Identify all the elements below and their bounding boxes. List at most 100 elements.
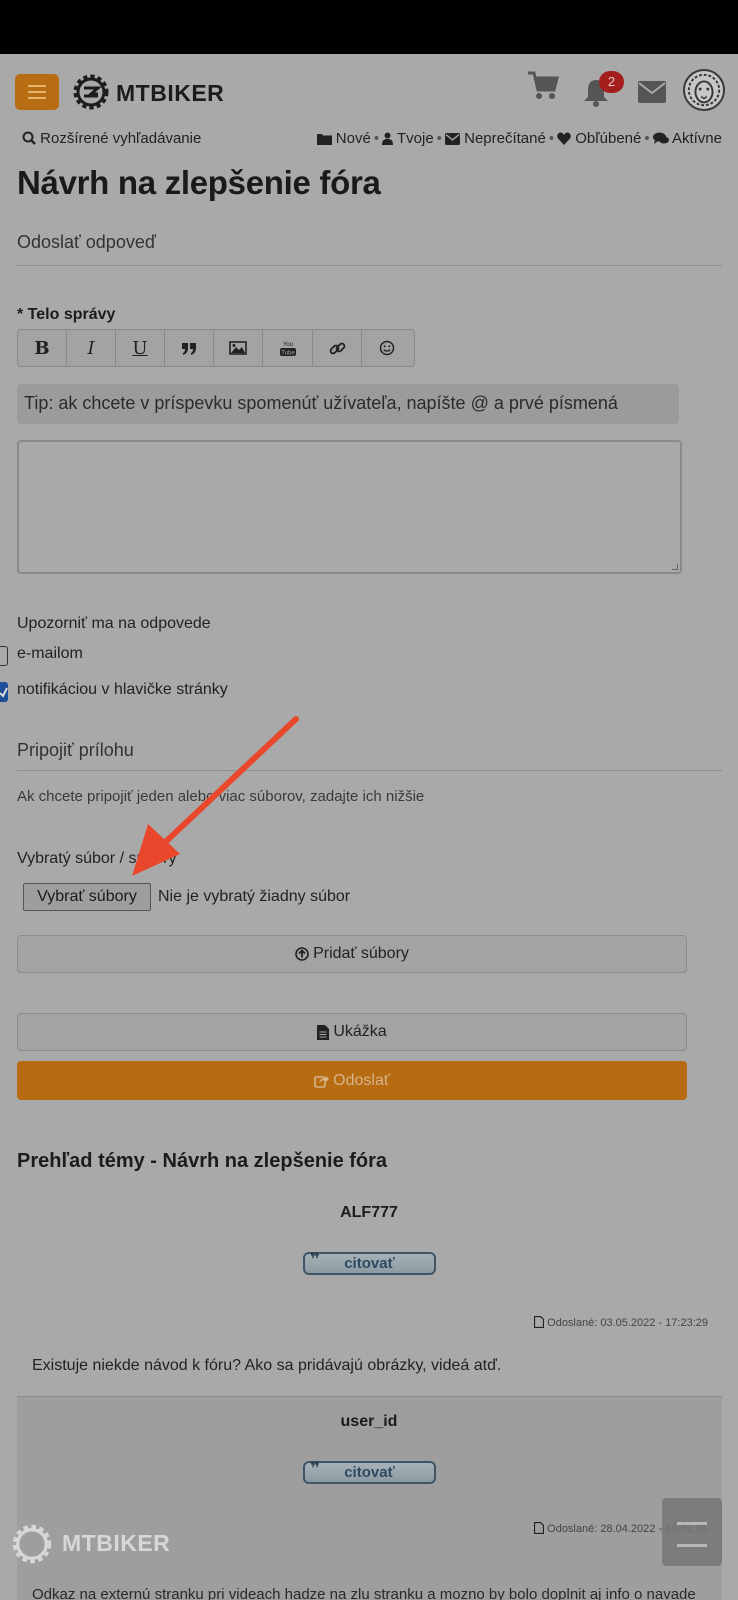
watermark-text: MTBIKER <box>62 1530 171 1556</box>
add-files-button[interactable]: Pridať súbory <box>17 935 687 973</box>
youtube-icon: You Tube <box>279 342 296 357</box>
gear-logo-icon[interactable] <box>71 72 111 112</box>
attachment-section-title: Pripojiť prílohu <box>17 740 134 760</box>
post-text: Odkaz na externú stranku pri videach had… <box>32 1586 696 1600</box>
message-textarea[interactable] <box>17 440 682 574</box>
filter-unread-label: Neprečítané <box>464 130 546 147</box>
brand-name[interactable]: MTBIKER <box>116 80 224 107</box>
svg-text:Tube: Tube <box>281 351 295 357</box>
folder-icon <box>316 134 332 145</box>
filter-active[interactable]: Aktívne <box>652 130 722 147</box>
forum-subnav: Rozšírené vyhľadávanie Nové • Tvoje • Nepr… <box>22 130 722 152</box>
quote-label: citovať <box>344 1255 395 1272</box>
status-bar <box>0 0 738 54</box>
file-icon <box>534 1316 545 1328</box>
heart-icon <box>557 132 571 145</box>
topic-overview-title: Prehľad témy - Návrh na zlepšenie fóra <box>17 1150 388 1172</box>
mail-icon[interactable] <box>637 80 667 104</box>
divider <box>17 770 722 771</box>
advanced-search-label: Rozšírené vyhľadávanie <box>40 130 202 147</box>
filter-unread[interactable]: Neprečítané <box>444 130 546 147</box>
menu-line-icon <box>677 1522 707 1525</box>
upload-circle-icon <box>295 947 309 961</box>
send-label: Odoslať <box>333 1071 390 1089</box>
hamburger-line <box>28 97 46 99</box>
quote-button[interactable] <box>165 330 214 366</box>
quote-icon <box>182 342 196 355</box>
file-label: Vybratý súbor / súbory <box>17 850 177 867</box>
quote-post-button[interactable]: ❞ citovať <box>303 1250 436 1275</box>
envelope-icon <box>444 133 460 145</box>
check-icon <box>0 687 8 698</box>
svg-text:You: You <box>282 342 292 348</box>
cart-icon[interactable] <box>526 70 560 102</box>
preview-label: Ukážka <box>333 1023 387 1040</box>
header-notify-checkbox[interactable] <box>0 682 8 702</box>
youtube-button[interactable]: You Tube <box>263 330 313 366</box>
email-notify-checkbox[interactable] <box>0 646 8 666</box>
emoji-button[interactable] <box>362 330 411 366</box>
filter-yours-label: Tvoje <box>396 130 434 147</box>
italic-button[interactable]: I <box>67 330 116 366</box>
smiley-icon <box>379 340 394 356</box>
send-button[interactable]: Odoslať <box>17 1061 687 1100</box>
floating-menu-button[interactable] <box>662 1498 722 1566</box>
separator: • <box>373 130 380 147</box>
page-title: Návrh na zlepšenie fóra <box>17 164 381 201</box>
reply-section-title: Odoslať odpoveď <box>17 232 156 252</box>
link-icon <box>329 342 345 354</box>
separator: • <box>548 130 555 147</box>
resize-handle[interactable] <box>672 564 678 570</box>
editor-toolbar: B I U You Tube <box>17 329 415 367</box>
no-file-text: Nie je vybratý žiadny súbor <box>158 888 351 905</box>
filter-yours[interactable]: Tvoje <box>382 130 434 147</box>
email-notify-label: e-mailom <box>17 645 83 662</box>
mtbiker-watermark: MTBIKER <box>10 1522 170 1566</box>
quote-label: citovať <box>344 1464 395 1481</box>
add-files-label: Pridať súbory <box>313 945 409 962</box>
post-text: Existuje niekde návod k fóru? Ako sa pri… <box>32 1357 502 1374</box>
document-icon <box>317 1024 330 1040</box>
user-icon <box>382 132 394 145</box>
header-notify-label: notifikáciou v hlavičke stránky <box>17 681 228 698</box>
separator: • <box>436 130 442 147</box>
filter-active-label: Aktívne <box>671 130 722 147</box>
filter-new-label: Nové <box>335 130 371 147</box>
notify-label: Upozorniť ma na odpovede <box>17 615 211 632</box>
image-button[interactable] <box>214 330 263 366</box>
advanced-search-link[interactable]: Rozšírené vyhľadávanie <box>22 130 201 147</box>
choose-files-button[interactable]: Vybrať súbory <box>23 883 151 911</box>
message-body-label: * Telo správy <box>17 306 116 323</box>
mention-tip: Tip: ak chcete v príspevku spomenúť užív… <box>17 384 679 424</box>
preview-button[interactable]: Ukážka <box>17 1013 687 1051</box>
filter-favorite-label: Obľúbené <box>575 130 642 147</box>
divider <box>17 265 722 266</box>
menu-button[interactable] <box>15 74 59 110</box>
quote-bubble-icon: ❞ <box>310 1459 320 1478</box>
filter-new[interactable]: Nové <box>316 130 371 147</box>
top-header: MTBIKER 2 <box>0 54 738 129</box>
hamburger-icon <box>28 85 46 87</box>
bold-button[interactable]: B <box>18 330 67 366</box>
search-icon <box>22 131 36 145</box>
notification-badge: 2 <box>599 71 624 93</box>
comments-icon <box>652 132 669 144</box>
page: MTBIKER 2 Rozšírené vyhľadávanie Nové • … <box>0 54 738 1600</box>
quote-post-button[interactable]: ❞ citovať <box>303 1459 436 1484</box>
image-icon <box>229 341 247 355</box>
hamburger-line <box>28 91 46 93</box>
user-avatar[interactable] <box>683 69 725 111</box>
post-author[interactable]: ALF777 <box>0 1204 738 1222</box>
underline-button[interactable]: U <box>116 330 165 366</box>
lion-avatar-icon <box>687 73 721 107</box>
file-icon <box>534 1522 545 1534</box>
menu-line-icon <box>677 1544 707 1547</box>
quote-bubble-icon: ❞ <box>310 1250 320 1269</box>
link-button[interactable] <box>313 330 362 366</box>
filter-favorite[interactable]: Obľúbené <box>557 130 641 147</box>
post-author[interactable]: user_id <box>0 1413 738 1431</box>
post-date-label: Odoslané: 03.05.2022 - 17:23:29 <box>547 1317 708 1329</box>
attachment-hint: Ak chcete pripojiť jeden alebo viac súbo… <box>17 788 425 805</box>
share-icon <box>314 1075 330 1088</box>
separator: • <box>644 130 650 147</box>
